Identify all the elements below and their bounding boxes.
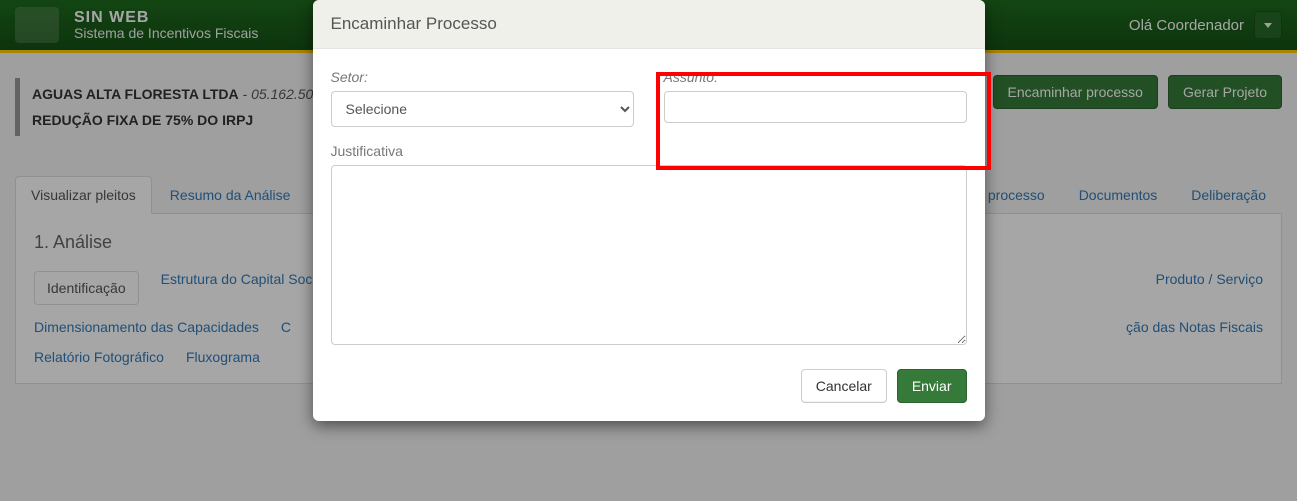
modal-title: Encaminhar Processo	[313, 0, 985, 49]
modal-footer: Cancelar Enviar	[313, 355, 985, 421]
assunto-label: Assunto:	[664, 69, 967, 85]
justificativa-textarea[interactable]	[331, 165, 967, 345]
form-row-1: Setor: Selecione Assunto:	[331, 69, 967, 127]
form-group-justificativa: Justificativa	[331, 143, 967, 345]
modal-body: Setor: Selecione Assunto: Justificativa	[313, 49, 985, 355]
modal-encaminhar: Encaminhar Processo Setor: Selecione Ass…	[313, 0, 985, 421]
setor-select[interactable]: Selecione	[331, 91, 634, 127]
justificativa-label: Justificativa	[331, 143, 967, 159]
cancel-button[interactable]: Cancelar	[801, 369, 887, 403]
setor-label: Setor:	[331, 69, 634, 85]
form-group-setor: Setor: Selecione	[331, 69, 634, 127]
assunto-input[interactable]	[664, 91, 967, 123]
form-group-assunto: Assunto:	[664, 69, 967, 127]
submit-button[interactable]: Enviar	[897, 369, 967, 403]
